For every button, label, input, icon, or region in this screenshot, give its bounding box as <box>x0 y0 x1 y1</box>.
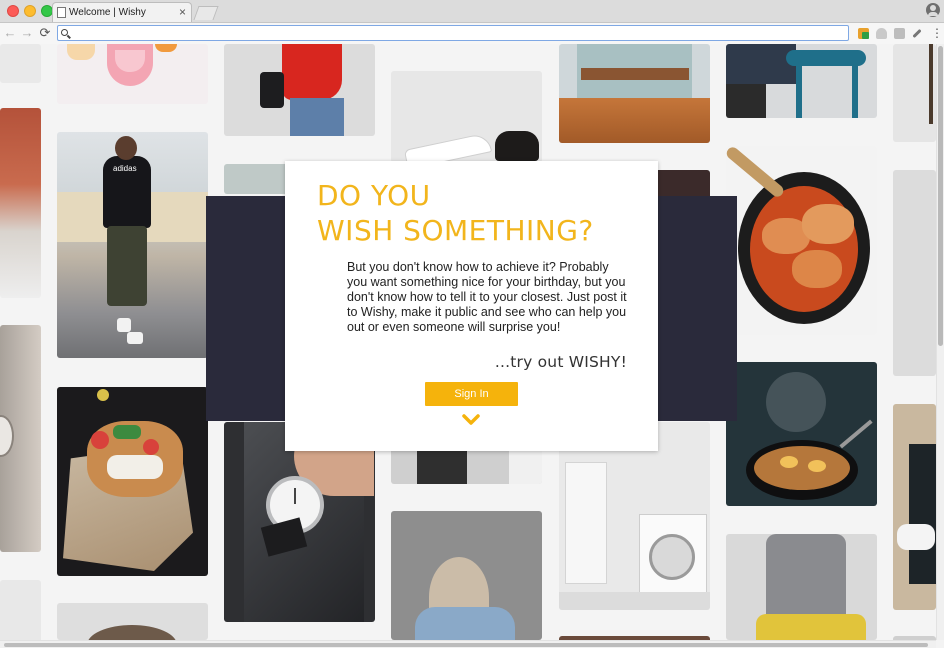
gallery-tile[interactable] <box>57 44 208 104</box>
gallery-tile[interactable] <box>224 44 375 136</box>
gallery-tile[interactable] <box>57 603 208 640</box>
tab-close-icon[interactable]: × <box>179 5 186 19</box>
scrollbar-thumb[interactable] <box>938 46 943 346</box>
search-icon <box>61 29 68 36</box>
gallery-tile[interactable] <box>893 404 936 610</box>
headline-line-1: DO YOU <box>317 179 431 212</box>
browser-toolbar: ← → ⟳ ⋮ <box>0 23 944 45</box>
gallery-tile[interactable] <box>726 146 877 335</box>
gallery-tile[interactable] <box>391 71 542 163</box>
headline-line-2: WISH SOMETHING? <box>317 214 594 247</box>
eyedropper-icon[interactable] <box>912 28 922 39</box>
gallery-tile[interactable] <box>726 44 877 118</box>
gallery-tile[interactable] <box>893 44 936 142</box>
browser-titlebar: Welcome | Wishy × <box>0 0 944 23</box>
gallery-tile[interactable] <box>57 387 208 576</box>
forward-icon[interactable]: → <box>20 26 34 40</box>
extension-icon[interactable] <box>876 28 887 39</box>
page-icon <box>57 7 66 18</box>
profile-icon[interactable] <box>926 3 940 17</box>
chevron-down-icon[interactable] <box>462 414 480 426</box>
gallery-tile[interactable] <box>559 44 710 143</box>
page-viewport: adidas DO YOU WISH SOMETHING? But you do… <box>0 44 936 640</box>
welcome-modal: DO YOU WISH SOMETHING? But you don't kno… <box>285 161 658 451</box>
intro-text: But you don't know how to achieve it? Pr… <box>347 260 627 334</box>
gallery-tile[interactable] <box>0 580 41 640</box>
gallery-tile[interactable] <box>0 44 41 83</box>
new-tab-button[interactable] <box>193 6 219 20</box>
horizontal-scrollbar[interactable] <box>0 640 936 648</box>
gallery-tile[interactable] <box>391 511 542 640</box>
gallery-tile[interactable] <box>726 534 877 640</box>
gallery-tile[interactable] <box>224 422 375 622</box>
back-icon[interactable]: ← <box>3 26 17 40</box>
sign-in-button[interactable]: Sign In <box>425 382 518 406</box>
extension-icon[interactable] <box>858 28 869 39</box>
vertical-scrollbar[interactable] <box>936 44 944 640</box>
gallery-tile[interactable]: adidas <box>57 132 208 358</box>
extension-icon[interactable] <box>894 28 905 39</box>
browser-tab[interactable]: Welcome | Wishy × <box>52 2 192 22</box>
browser-menu-icon[interactable]: ⋮ <box>931 26 943 40</box>
gallery-tile[interactable] <box>726 362 877 506</box>
gallery-tile[interactable] <box>893 170 936 376</box>
reload-icon[interactable]: ⟳ <box>38 26 52 40</box>
gallery-tile[interactable] <box>0 325 41 552</box>
tab-title: Welcome | Wishy <box>69 7 146 18</box>
tagline: ...try out WISHY! <box>494 353 627 371</box>
headline: DO YOU WISH SOMETHING? <box>317 178 594 248</box>
gallery-tile[interactable] <box>0 108 41 298</box>
minimize-window-button[interactable] <box>24 5 36 17</box>
close-window-button[interactable] <box>7 5 19 17</box>
scrollbar-thumb[interactable] <box>4 643 928 647</box>
address-bar[interactable] <box>57 25 849 41</box>
